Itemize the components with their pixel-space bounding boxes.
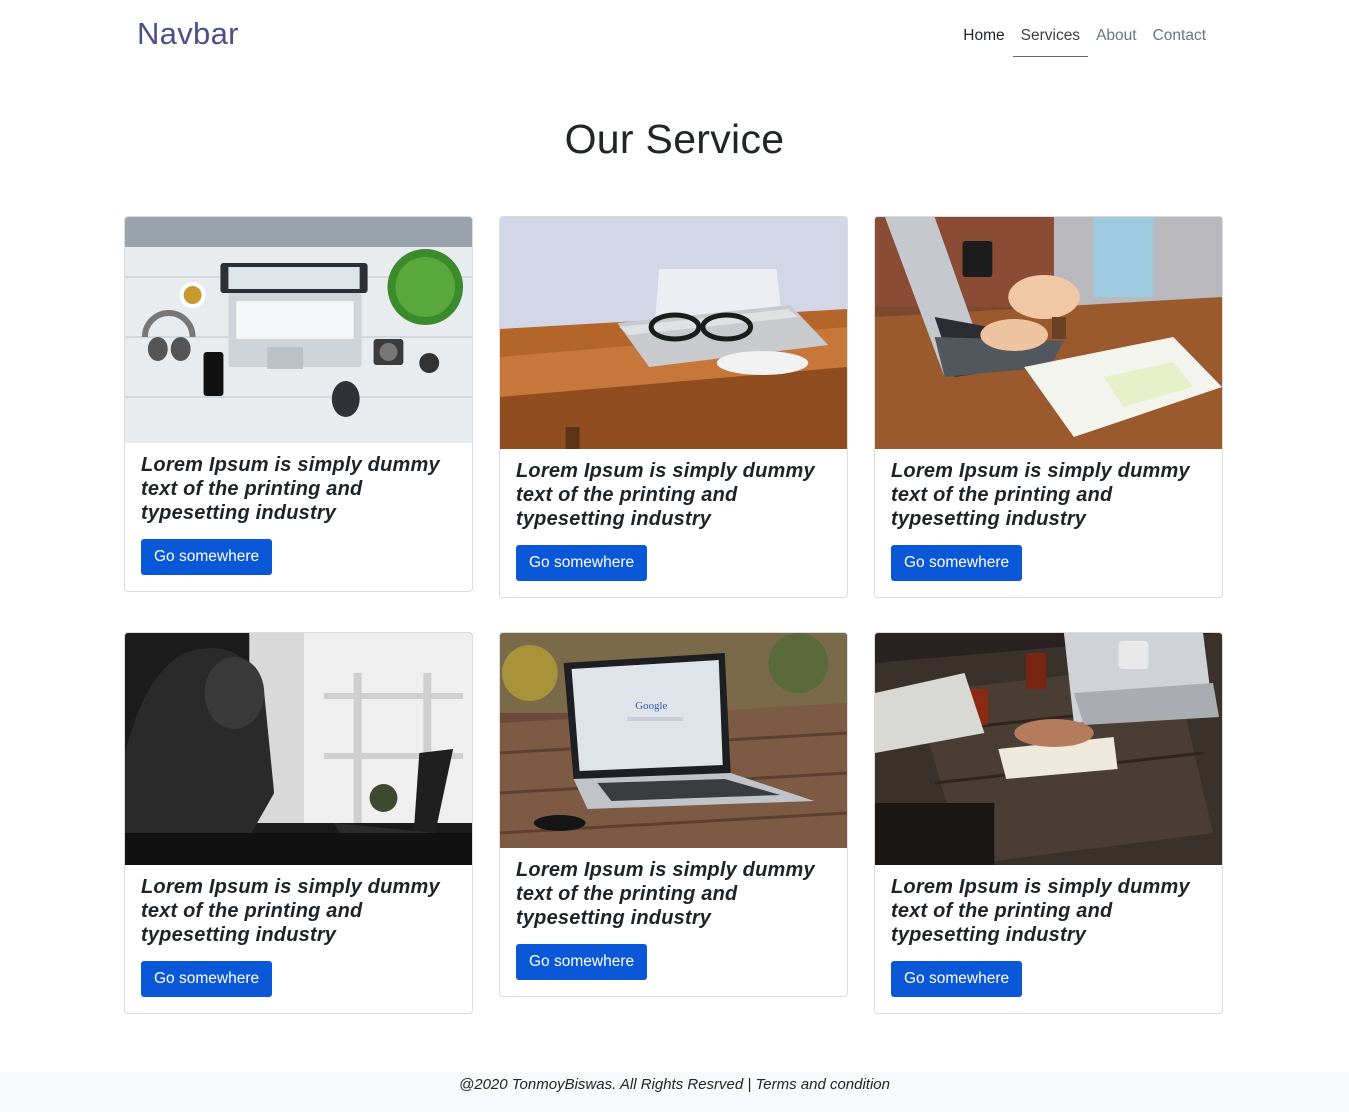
navbar: Navbar Home Services About Contact	[0, 0, 1349, 72]
nav-links: Home Services About Contact	[955, 25, 1214, 57]
service-card: Google Lorem Ipsum is simply dummy text …	[499, 632, 848, 997]
page-title: Our Service	[564, 116, 785, 162]
navbar-brand[interactable]: Navbar	[137, 16, 239, 52]
go-somewhere-button[interactable]: Go somewhere	[891, 961, 1023, 997]
service-card: Lorem Ipsum is simply dummy text of the …	[874, 216, 1223, 598]
go-somewhere-button[interactable]: Go somewhere	[141, 961, 273, 997]
service-card: Lorem Ipsum is simply dummy text of the …	[124, 216, 473, 592]
laptop-top-view-photo	[125, 217, 472, 443]
card-text: Lorem Ipsum is simply dummy text of the …	[891, 460, 1190, 530]
service-card: Lorem Ipsum is simply dummy text of the …	[874, 632, 1223, 1014]
go-somewhere-button[interactable]: Go somewhere	[891, 545, 1023, 581]
glasses-on-laptop-photo	[500, 217, 847, 449]
service-card: Lorem Ipsum is simply dummy text of the …	[499, 216, 848, 598]
svg-text:Google: Google	[635, 700, 667, 712]
nav-link-services[interactable]: Services	[1012, 25, 1089, 57]
team-meeting-photo	[875, 633, 1222, 865]
card-text: Lorem Ipsum is simply dummy text of the …	[141, 454, 440, 524]
service-card: Lorem Ipsum is simply dummy text of the …	[124, 632, 473, 1014]
nav-link-home[interactable]: Home	[955, 25, 1012, 57]
card-text: Lorem Ipsum is simply dummy text of the …	[141, 876, 440, 946]
google-laptop-photo: Google	[500, 633, 847, 848]
footer-text: @2020 TonmoyBiswas. All Rights Resrved |…	[459, 1076, 890, 1093]
go-somewhere-button[interactable]: Go somewhere	[141, 539, 273, 575]
go-somewhere-button[interactable]: Go somewhere	[516, 944, 648, 980]
card-text: Lorem Ipsum is simply dummy text of the …	[516, 460, 815, 530]
nav-link-about[interactable]: About	[1088, 25, 1145, 57]
nav-link-contact[interactable]: Contact	[1145, 25, 1214, 57]
typing-on-laptop-photo	[875, 217, 1222, 449]
go-somewhere-button[interactable]: Go somewhere	[516, 545, 648, 581]
woman-with-laptop-photo	[125, 633, 472, 865]
footer: @2020 TonmoyBiswas. All Rights Resrved |…	[0, 1072, 1349, 1112]
card-text: Lorem Ipsum is simply dummy text of the …	[516, 859, 815, 929]
card-text: Lorem Ipsum is simply dummy text of the …	[891, 876, 1190, 946]
